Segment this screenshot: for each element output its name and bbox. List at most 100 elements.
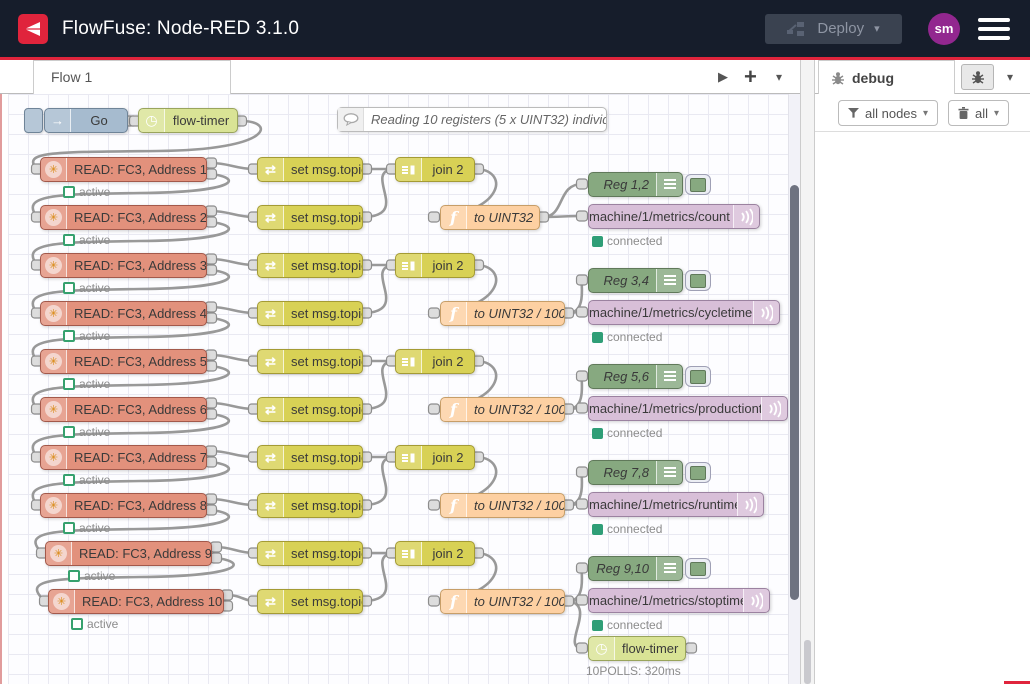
node-debug[interactable]: Reg 5,6: [588, 364, 683, 389]
node-change[interactable]: ⇄set msg.topic: [257, 493, 363, 518]
sidebar-resize-handle[interactable]: [800, 60, 815, 684]
add-flow-button[interactable]: +: [744, 60, 757, 94]
node-modbus-read-2[interactable]: ✳READ: FC3, Address 2: [40, 205, 207, 230]
node-status: active: [63, 281, 110, 295]
bug-icon: [971, 70, 985, 84]
node-function[interactable]: fto UINT32 / 100: [440, 589, 565, 614]
change-icon: ⇄: [258, 446, 284, 469]
run-flow-icon[interactable]: ▶: [718, 60, 728, 94]
tab-debug[interactable]: debug: [818, 60, 955, 94]
debug-enable-toggle[interactable]: [685, 270, 711, 291]
change-icon: ⇄: [258, 158, 284, 181]
node-modbus-read-6[interactable]: ✳READ: FC3, Address 6: [40, 397, 207, 422]
status-dot-icon: [592, 332, 603, 343]
debug-enable-toggle[interactable]: [685, 462, 711, 483]
flow-list-chevron-icon[interactable]: ▾: [776, 60, 782, 94]
node-status: active: [63, 425, 110, 439]
flow-canvas[interactable]: → Go ◷ flow-timer Reading 10 registers (…: [8, 94, 788, 684]
node-function[interactable]: fto UINT32 / 100: [440, 493, 565, 518]
modbus-icon: ✳: [41, 350, 67, 373]
node-debug[interactable]: Reg 7,8: [588, 460, 683, 485]
node-mqtt-out[interactable]: machine/1/metrics/stoptime: [588, 588, 770, 613]
node-mqtt-out[interactable]: machine/1/metrics/count: [588, 204, 760, 229]
node-change[interactable]: ⇄set msg.topic: [257, 301, 363, 326]
node-red-window: FlowFuse: Node-RED 3.1.0 Deploy ▾ sm Flo…: [0, 0, 1030, 684]
node-label: set msg.topic: [284, 210, 362, 225]
node-join[interactable]: join 2: [395, 253, 475, 278]
node-comment[interactable]: Reading 10 registers (5 x UINT32) indivi…: [337, 107, 607, 132]
deploy-button[interactable]: Deploy ▾: [765, 14, 902, 44]
node-flow-timer-top[interactable]: ◷ flow-timer: [138, 108, 238, 133]
node-join[interactable]: join 2: [395, 157, 475, 182]
debug-filter-button[interactable]: all nodes ▾: [838, 100, 938, 126]
open-debug-window-button[interactable]: [961, 64, 994, 90]
node-flow-timer-bottom[interactable]: ◷ flow-timer: [588, 636, 686, 661]
status-ring-icon: [63, 426, 75, 438]
node-debug[interactable]: Reg 1,2: [588, 172, 683, 197]
bug-icon: [831, 71, 845, 85]
node-change[interactable]: ⇄set msg.topic: [257, 541, 363, 566]
node-status: connected: [592, 330, 662, 344]
status-ring-icon: [63, 186, 75, 198]
tab-flow-1[interactable]: Flow 1: [33, 60, 231, 94]
node-modbus-read-5[interactable]: ✳READ: FC3, Address 5: [40, 349, 207, 374]
node-modbus-read-3[interactable]: ✳READ: FC3, Address 3: [40, 253, 207, 278]
node-mqtt-out[interactable]: machine/1/metrics/cycletime: [588, 300, 780, 325]
node-function[interactable]: fto UINT32 / 100: [440, 397, 565, 422]
node-modbus-read-1[interactable]: ✳READ: FC3, Address 1: [40, 157, 207, 182]
node-modbus-read-8[interactable]: ✳READ: FC3, Address 8: [40, 493, 207, 518]
node-join[interactable]: join 2: [395, 349, 475, 374]
node-label: set msg.topic: [284, 546, 362, 561]
node-change[interactable]: ⇄set msg.topic: [257, 253, 363, 278]
debug-messages-panel[interactable]: [815, 132, 1030, 684]
debug-enable-toggle[interactable]: [685, 174, 711, 195]
status-ring-icon: [63, 522, 75, 534]
debug-enable-toggle[interactable]: [685, 558, 711, 579]
node-modbus-read-4[interactable]: ✳READ: FC3, Address 4: [40, 301, 207, 326]
workspace-tabbar: Flow 1 ▶ + ▾: [0, 60, 803, 94]
status-ring-icon: [63, 282, 75, 294]
node-mqtt-out[interactable]: machine/1/metrics/productiontime: [588, 396, 788, 421]
node-function[interactable]: fto UINT32 / 100: [440, 301, 565, 326]
node-join[interactable]: join 2: [395, 541, 475, 566]
node-status: connected: [592, 522, 662, 536]
modbus-icon: ✳: [41, 158, 67, 181]
node-modbus-read-7[interactable]: ✳READ: FC3, Address 7: [40, 445, 207, 470]
node-label: Reg 5,6: [589, 369, 656, 384]
node-function[interactable]: fto UINT32: [440, 205, 540, 230]
node-debug[interactable]: Reg 9,10: [588, 556, 683, 581]
node-change[interactable]: ⇄set msg.topic: [257, 205, 363, 230]
node-status: connected: [592, 618, 662, 632]
node-inject-go[interactable]: → Go: [44, 108, 128, 133]
debug-clear-button[interactable]: all ▾: [948, 100, 1009, 126]
node-label: flow-timer: [615, 641, 685, 656]
modbus-icon: ✳: [46, 542, 72, 565]
node-status: active: [68, 569, 115, 583]
user-avatar[interactable]: sm: [928, 13, 960, 45]
node-debug[interactable]: Reg 3,4: [588, 268, 683, 293]
change-icon: ⇄: [258, 494, 284, 517]
node-change[interactable]: ⇄set msg.topic: [257, 589, 363, 614]
sidebar-options-chevron-icon[interactable]: ▾: [1007, 60, 1013, 94]
node-label: READ: FC3, Address 7: [67, 450, 206, 465]
node-change[interactable]: ⇄set msg.topic: [257, 397, 363, 422]
node-join[interactable]: join 2: [395, 445, 475, 470]
node-label: READ: FC3, Address 6: [67, 402, 206, 417]
node-label: READ: FC3, Address 1: [67, 162, 206, 177]
node-label: set msg.topic: [284, 354, 362, 369]
node-mqtt-out[interactable]: machine/1/metrics/runtime: [588, 492, 764, 517]
timer-icon: ◷: [589, 637, 615, 660]
debug-enable-toggle[interactable]: [685, 366, 711, 387]
modbus-icon: ✳: [41, 494, 67, 517]
inject-button[interactable]: [24, 108, 43, 133]
node-modbus-read-9[interactable]: ✳READ: FC3, Address 9: [45, 541, 212, 566]
node-modbus-read-10[interactable]: ✳READ: FC3, Address 10: [48, 589, 224, 614]
canvas-scrollbar-thumb[interactable]: [790, 185, 799, 600]
node-change[interactable]: ⇄set msg.topic: [257, 157, 363, 182]
main-menu-icon[interactable]: [978, 18, 1010, 40]
function-icon: f: [441, 590, 467, 613]
right-sidebar: debug ▾ all nodes ▾ all ▾: [815, 60, 1030, 684]
node-status: connected: [592, 426, 662, 440]
node-change[interactable]: ⇄set msg.topic: [257, 349, 363, 374]
node-change[interactable]: ⇄set msg.topic: [257, 445, 363, 470]
